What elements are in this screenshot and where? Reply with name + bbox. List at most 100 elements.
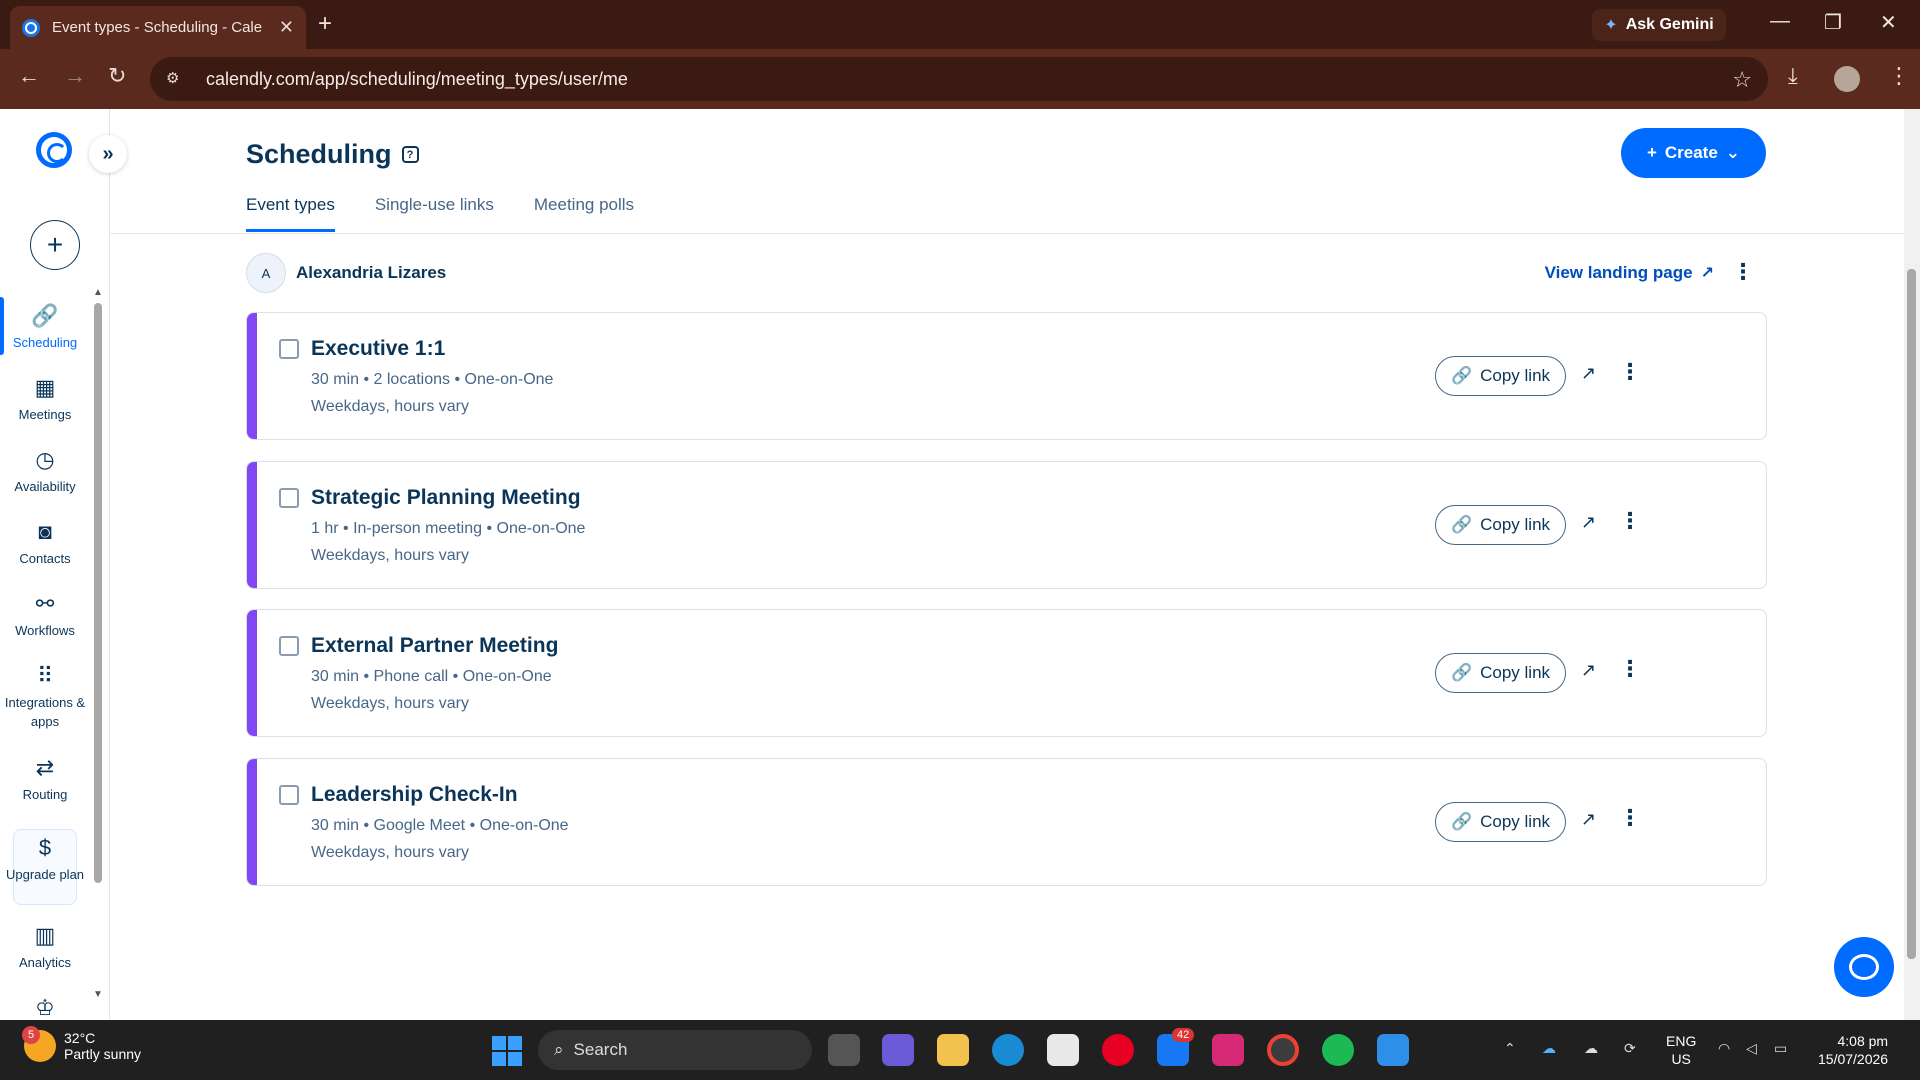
event-more-icon[interactable]: ⋮ bbox=[1619, 359, 1641, 385]
tab-single-use-links[interactable]: Single-use links bbox=[375, 195, 494, 232]
instagram-icon[interactable] bbox=[1212, 1034, 1244, 1066]
event-name[interactable]: Leadership Check-In bbox=[311, 783, 518, 807]
expand-sidebar-icon[interactable]: » bbox=[89, 135, 127, 173]
event-card[interactable]: Strategic Planning Meeting 1 hr • In-per… bbox=[246, 461, 1767, 589]
spotify-icon[interactable] bbox=[1322, 1034, 1354, 1066]
browser-menu-icon[interactable]: ⋮ bbox=[1888, 63, 1910, 89]
event-card[interactable]: External Partner Meeting 30 min • Phone … bbox=[246, 609, 1767, 737]
browser-tab[interactable]: Event types - Scheduling - Cale ✕ bbox=[10, 6, 306, 49]
create-button[interactable]: + Create ⌄ bbox=[1621, 128, 1766, 178]
event-name[interactable]: External Partner Meeting bbox=[311, 634, 558, 658]
copy-link-button[interactable]: 🔗 Copy link bbox=[1435, 653, 1566, 693]
copy-link-button[interactable]: 🔗 Copy link bbox=[1435, 802, 1566, 842]
event-checkbox[interactable] bbox=[279, 785, 299, 805]
site-info-icon[interactable]: ⚙ bbox=[166, 69, 186, 89]
external-link-icon: ↗ bbox=[1700, 265, 1714, 282]
battery-icon[interactable]: ▭ bbox=[1774, 1040, 1787, 1057]
sidebar-item-label: Scheduling bbox=[12, 335, 78, 350]
windows-start-icon[interactable] bbox=[492, 1036, 522, 1066]
taskbar-search[interactable]: ⌕ Search bbox=[538, 1030, 812, 1070]
sidebar-item-contacts[interactable]: ◙ Contacts bbox=[0, 519, 90, 568]
sidebar-item-integrations[interactable]: ⠿ Integrations & apps bbox=[0, 663, 90, 731]
open-event-icon[interactable]: ↗ bbox=[1581, 512, 1596, 533]
bookmark-star-icon[interactable]: ☆ bbox=[1732, 67, 1752, 93]
forward-icon[interactable]: → bbox=[64, 63, 86, 89]
chrome-icon[interactable] bbox=[1267, 1034, 1299, 1066]
page-scroll-thumb[interactable] bbox=[1907, 269, 1916, 959]
close-window-icon[interactable]: ✕ bbox=[1880, 10, 1897, 35]
page-scrollbar[interactable] bbox=[1904, 109, 1920, 1020]
event-card[interactable]: Executive 1:1 30 min • 2 locations • One… bbox=[246, 312, 1767, 440]
copy-link-button[interactable]: 🔗 Copy link bbox=[1435, 356, 1566, 396]
sidebar-scroll-thumb[interactable] bbox=[94, 303, 102, 883]
event-checkbox[interactable] bbox=[279, 339, 299, 359]
download-icon[interactable]: ⤓ bbox=[1788, 63, 1798, 89]
main-content: Scheduling ? + Create ⌄ Event types Sing… bbox=[110, 109, 1904, 1020]
microsoft-store-icon[interactable] bbox=[1047, 1034, 1079, 1066]
profile-avatar[interactable] bbox=[1834, 66, 1860, 92]
user-row: A Alexandria Lizares View landing page ↗… bbox=[246, 253, 1766, 293]
minimize-icon[interactable]: — bbox=[1770, 10, 1790, 33]
reload-icon[interactable]: ↻ bbox=[108, 63, 126, 89]
event-more-icon[interactable]: ⋮ bbox=[1619, 805, 1641, 831]
sidebar-item-analytics[interactable]: ▥ Analytics bbox=[0, 923, 90, 972]
task-view-icon[interactable] bbox=[828, 1034, 860, 1066]
onedrive-icon[interactable]: ☁ bbox=[1542, 1040, 1556, 1057]
cloud-sync-icon[interactable]: ☁ bbox=[1584, 1040, 1598, 1057]
sidebar-item-meetings[interactable]: ▦ Meetings bbox=[0, 375, 90, 424]
sidebar-item-availability[interactable]: ◷ Availability bbox=[0, 447, 90, 496]
sidebar-item-scheduling[interactable]: 🔗 Scheduling bbox=[0, 297, 90, 355]
back-icon[interactable]: ← bbox=[18, 63, 40, 89]
event-more-icon[interactable]: ⋮ bbox=[1619, 656, 1641, 682]
header-divider bbox=[110, 233, 1904, 234]
calendar-icon: ▦ bbox=[34, 375, 56, 400]
copilot-icon[interactable] bbox=[882, 1034, 914, 1066]
edge-icon[interactable] bbox=[992, 1034, 1024, 1066]
sidebar-item-upgrade-plan[interactable]: $ Upgrade plan bbox=[0, 835, 90, 884]
tab-meeting-polls[interactable]: Meeting polls bbox=[534, 195, 634, 232]
event-checkbox[interactable] bbox=[279, 488, 299, 508]
weather-widget[interactable]: 5 32°C Partly sunny bbox=[22, 1026, 141, 1062]
calendly-logo-icon[interactable] bbox=[36, 132, 72, 168]
address-bar-row: ← → ↻ ⚙ calendly.com/app/scheduling/meet… bbox=[0, 49, 1920, 109]
event-card[interactable]: Leadership Check-In 30 min • Google Meet… bbox=[246, 758, 1767, 886]
event-name[interactable]: Executive 1:1 bbox=[311, 337, 445, 361]
copy-link-button[interactable]: 🔗 Copy link bbox=[1435, 505, 1566, 545]
event-color-bar bbox=[247, 462, 257, 588]
user-more-icon[interactable]: ⋮ bbox=[1732, 259, 1754, 285]
volume-icon[interactable]: ◁ bbox=[1746, 1040, 1757, 1057]
help-icon[interactable]: ? bbox=[401, 146, 419, 163]
event-checkbox[interactable] bbox=[279, 636, 299, 656]
wifi-icon[interactable]: ◠ bbox=[1718, 1040, 1730, 1057]
scroll-up-icon[interactable]: ▲ bbox=[93, 287, 103, 298]
open-event-icon[interactable]: ↗ bbox=[1581, 809, 1596, 830]
tray-overflow-icon[interactable]: ⌃ bbox=[1504, 1040, 1516, 1057]
sidebar-item-routing[interactable]: ⇄ Routing bbox=[0, 755, 90, 804]
chat-support-button[interactable] bbox=[1834, 937, 1894, 997]
page-title: Scheduling ? bbox=[246, 139, 419, 170]
open-event-icon[interactable]: ↗ bbox=[1581, 660, 1596, 681]
tab-event-types[interactable]: Event types bbox=[246, 195, 335, 232]
landing-label: View landing page bbox=[1544, 263, 1693, 282]
photos-icon[interactable] bbox=[1377, 1034, 1409, 1066]
scroll-down-icon[interactable]: ▼ bbox=[93, 989, 103, 1000]
new-tab-icon[interactable]: + bbox=[318, 10, 332, 38]
restore-icon[interactable]: ❐ bbox=[1824, 10, 1842, 35]
ask-gemini-button[interactable]: ✦ Ask Gemini bbox=[1592, 9, 1726, 41]
close-tab-icon[interactable]: ✕ bbox=[279, 17, 294, 38]
workflow-icon: ⚯ bbox=[35, 591, 55, 616]
sidebar-item-workflows[interactable]: ⚯ Workflows bbox=[0, 591, 90, 640]
update-icon[interactable]: ⟳ bbox=[1624, 1040, 1636, 1057]
copy-link-label: Copy link bbox=[1480, 366, 1551, 385]
event-name[interactable]: Strategic Planning Meeting bbox=[311, 486, 581, 510]
url-field[interactable]: ⚙ calendly.com/app/scheduling/meeting_ty… bbox=[150, 57, 1768, 101]
create-plus-button[interactable]: + bbox=[30, 220, 80, 270]
system-clock[interactable]: 4:08 pm 15/07/2026 bbox=[1818, 1032, 1888, 1068]
file-explorer-icon[interactable] bbox=[937, 1034, 969, 1066]
event-more-icon[interactable]: ⋮ bbox=[1619, 508, 1641, 534]
pinterest-icon[interactable] bbox=[1102, 1034, 1134, 1066]
sidebar-scrollbar[interactable]: ▲ ▼ bbox=[93, 287, 103, 1000]
language-indicator[interactable]: ENG US bbox=[1666, 1032, 1696, 1068]
view-landing-page-link[interactable]: View landing page ↗ bbox=[1545, 263, 1714, 283]
open-event-icon[interactable]: ↗ bbox=[1581, 363, 1596, 384]
